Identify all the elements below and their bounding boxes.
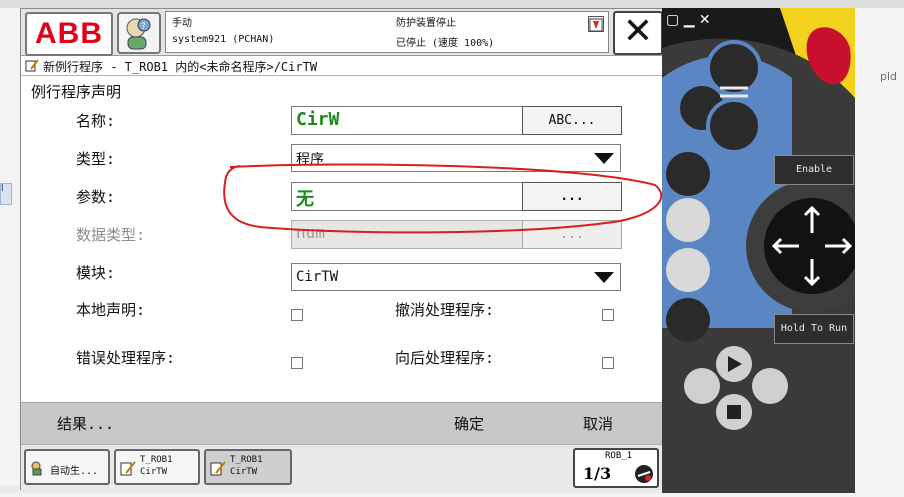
name-abc-button[interactable]: ABC...	[522, 106, 622, 135]
params-label: 参数:	[76, 188, 116, 206]
joystick[interactable]	[748, 196, 868, 296]
pendant-restore-icon[interactable]: ▢	[666, 12, 679, 28]
datatype-label: 数据类型:	[76, 226, 146, 244]
name-label: 名称:	[76, 112, 116, 130]
local-declaration-label: 本地声明:	[76, 301, 146, 319]
name-value: CirW	[296, 109, 340, 130]
pendant-reorient-icon[interactable]	[676, 186, 704, 214]
task2-line2: CirTW	[230, 467, 258, 477]
task-program-2[interactable]: T_ROB1 CirTW	[204, 449, 292, 485]
backward-handler-checkbox[interactable]	[602, 357, 614, 369]
event-log-icon[interactable]	[588, 16, 604, 32]
program-editor-icon	[25, 59, 39, 72]
module-dropdown[interactable]: CirTW	[291, 263, 621, 291]
local-declaration-checkbox[interactable]	[291, 309, 303, 321]
pendant-programmable-key[interactable]	[676, 296, 704, 324]
section-title: 例行程序声明	[31, 83, 122, 101]
close-button[interactable]: ✕	[613, 11, 663, 55]
stop-button[interactable]	[716, 394, 752, 430]
background-window-strip	[0, 0, 904, 8]
rob-speed: 1/3	[583, 464, 612, 483]
error-handler-label: 错误处理程序:	[76, 349, 176, 367]
emergency-stop-button[interactable]	[810, 30, 854, 80]
command-bar: 结果... 确定 取消	[21, 402, 663, 444]
pendant-minimize-icon[interactable]: ▁	[684, 12, 695, 28]
cancel-button[interactable]: 取消	[583, 413, 613, 434]
pendant-window-controls: ▢ ▁ ✕	[666, 12, 711, 28]
task2-line1: T_ROB1	[230, 455, 263, 465]
undo-handler-label: 撤消处理程序:	[395, 301, 495, 319]
system-name: system921 (PCHAN)	[172, 34, 275, 45]
window-title-bar: 新例行程序 - T_ROB1 内的<未命名程序>/CirTW	[21, 56, 663, 76]
task-auto-label: 自动生...	[50, 466, 99, 477]
backward-handler-label: 向后处理程序:	[395, 349, 495, 367]
enable-button[interactable]: Enable	[774, 155, 854, 185]
task-program-1[interactable]: T_ROB1 CirTW	[114, 449, 200, 485]
window-title: 新例行程序 - T_ROB1 内的<未命名程序>/CirTW	[43, 60, 318, 74]
operating-mode: 手动	[172, 18, 192, 29]
name-field[interactable]: CirW	[291, 106, 523, 135]
program-editor-icon-1	[120, 460, 136, 479]
pendant-increment-icon[interactable]	[676, 236, 704, 264]
undo-handler-checkbox[interactable]	[602, 309, 614, 321]
hold-to-run-button[interactable]: Hold To Run	[774, 314, 854, 344]
background-left-tag: l	[0, 183, 12, 205]
red-annotation-circle	[200, 155, 670, 245]
pendant-jog-button-top[interactable]	[668, 64, 716, 98]
background-right-text: pld	[880, 70, 898, 83]
safety-state: 防护装置停止	[396, 18, 456, 29]
abb-menu-button[interactable]: ABB	[25, 12, 113, 56]
quickset-rob-button[interactable]: ROB_1 1/3	[573, 448, 659, 488]
status-display[interactable]: 手动 system921 (PCHAN) 防护装置停止 已停止 (速度 100%…	[165, 11, 609, 53]
play-button[interactable]	[716, 346, 752, 382]
module-value: CirTW	[296, 269, 339, 285]
task1-line2: CirTW	[140, 467, 168, 477]
result-button[interactable]: 结果...	[57, 413, 114, 434]
module-label: 模块:	[76, 264, 116, 282]
auto-generate-icon	[30, 460, 46, 479]
abb-logo-text: ABB	[35, 17, 103, 50]
status-topbar: ABB ? 手动 system921 (PCHAN) 防护装置停止 已停止 (速…	[21, 9, 663, 56]
step-forward-button[interactable]	[752, 368, 788, 404]
task1-line1: T_ROB1	[140, 455, 173, 465]
robot-status-icon	[633, 464, 655, 488]
task-bar: 自动生... T_ROB1 CirTW T_ROB1 CirTW ROB_1 1…	[21, 444, 663, 490]
error-handler-checkbox[interactable]	[291, 357, 303, 369]
background-left-tag-text: l	[1, 184, 4, 194]
ok-button[interactable]: 确定	[454, 413, 484, 434]
flexpendant-screen: ABB ? 手动 system921 (PCHAN) 防护装置停止 已停止 (速…	[20, 8, 664, 490]
rob-label: ROB_1	[605, 451, 633, 461]
pendant-close-icon[interactable]: ✕	[699, 12, 711, 28]
controller-state: 已停止 (速度 100%)	[396, 38, 495, 49]
module-chevron-down-icon	[594, 272, 614, 283]
svg-text:?: ?	[141, 22, 146, 32]
program-editor-icon-2	[210, 460, 226, 479]
task-auto-generate[interactable]: 自动生...	[24, 449, 110, 485]
user-icon[interactable]: ?	[117, 12, 161, 54]
type-label: 类型:	[76, 150, 116, 168]
